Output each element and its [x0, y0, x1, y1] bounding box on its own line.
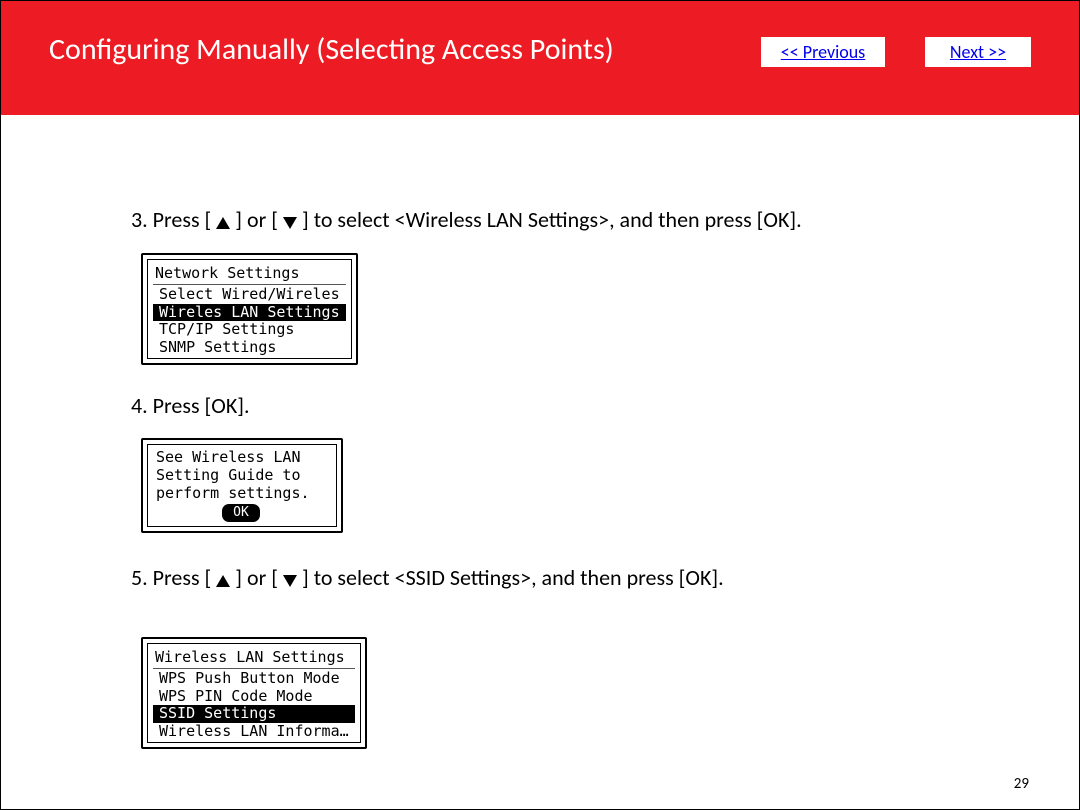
step-5-text-b: ] or [	[235, 564, 278, 591]
step-5-text-a: 5. Press [	[131, 564, 211, 591]
lcd-row: SNMP Settings	[153, 339, 346, 357]
step-5: 5. Press [ ] or [ ] to select <SSID Sett…	[131, 563, 969, 593]
content-body: 3. Press [ ] or [ ] to select <Wireless …	[1, 115, 1079, 775]
step-3: 3. Press [ ] or [ ] to select <Wireless …	[131, 205, 969, 235]
up-arrow-icon	[216, 217, 230, 229]
down-arrow-icon	[283, 575, 297, 587]
page-number: 29	[1014, 775, 1029, 793]
step-3-text-a: 3. Press [	[131, 206, 211, 233]
lcd-msg-inner: See Wireless LAN Setting Guide to perfor…	[147, 444, 337, 527]
lcd-row: TCP/IP Settings	[153, 321, 346, 339]
lcd-title: Network Settings	[153, 263, 346, 285]
step-3-text-b: ] or [	[235, 206, 278, 233]
lcd-row: Wireless LAN Informa…	[153, 723, 355, 741]
step-4: 4. Press [OK].	[131, 391, 969, 421]
lcd-msg-line: See Wireless LAN	[156, 449, 326, 467]
lcd-wireless-lan: Wireless LAN Settings WPS Push Button Mo…	[141, 637, 367, 749]
up-arrow-icon	[216, 575, 230, 587]
step-5-text-c: ] to select <SSID Settings>, and then pr…	[302, 564, 724, 591]
lcd-inner: Network Settings Select Wired/Wireles Wi…	[147, 259, 352, 359]
header-bar: Configuring Manually (Selecting Access P…	[1, 1, 1079, 115]
lcd-title: Wireless LAN Settings	[153, 647, 355, 669]
lcd-network-settings: Network Settings Select Wired/Wireles Wi…	[141, 253, 358, 365]
lcd-inner: Wireless LAN Settings WPS Push Button Mo…	[147, 643, 361, 743]
lcd-row: WPS PIN Code Mode	[153, 688, 355, 706]
lcd-row: Select Wired/Wireles	[153, 286, 346, 304]
next-button[interactable]: Next >>	[925, 37, 1031, 67]
lcd-msg-line: perform settings.	[156, 485, 326, 503]
page-title: Configuring Manually (Selecting Access P…	[49, 31, 761, 68]
step-3-text-c: ] to select <Wireless LAN Settings>, and…	[302, 206, 802, 233]
lcd-message-box: See Wireless LAN Setting Guide to perfor…	[141, 438, 343, 533]
lcd-msg-line: Setting Guide to	[156, 467, 326, 485]
lcd-row-selected: SSID Settings	[153, 705, 355, 723]
ok-button: OK	[222, 504, 260, 522]
lcd-row-selected: Wireles LAN Settings	[153, 304, 346, 322]
previous-button[interactable]: << Previous	[761, 37, 885, 67]
lcd-row: WPS Push Button Mode	[153, 670, 355, 688]
down-arrow-icon	[283, 217, 297, 229]
